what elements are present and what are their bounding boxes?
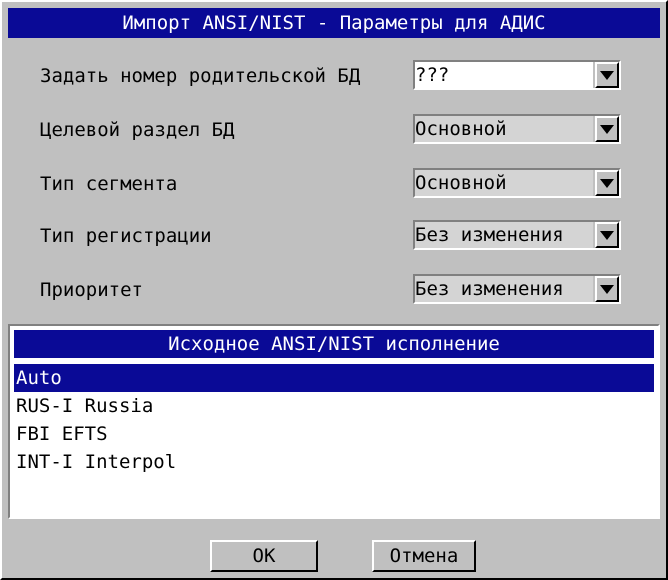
chevron-down-icon <box>600 230 614 240</box>
chevron-down-icon <box>600 124 614 134</box>
cancel-button[interactable]: Отмена <box>372 540 476 572</box>
dropdown-button[interactable] <box>595 116 619 142</box>
priority-value: Без изменения <box>415 276 593 302</box>
target-section-select[interactable]: Основной <box>413 114 621 144</box>
field-label: Целевой раздел БД <box>40 119 235 141</box>
import-settings-dialog: Импорт ANSI/NIST - Параметры для АДИС За… <box>0 0 668 580</box>
dialog-title: Импорт ANSI/NIST - Параметры для АДИС <box>8 8 660 38</box>
dropdown-button[interactable] <box>595 222 619 248</box>
list-item[interactable]: Auto <box>14 364 654 392</box>
chevron-down-icon <box>600 284 614 294</box>
parent-db-input[interactable]: ??? <box>415 62 593 88</box>
segment-type-value: Основной <box>415 170 593 196</box>
segment-type-select[interactable]: Основной <box>413 168 621 198</box>
dialog-footer: OK Отмена <box>8 530 660 574</box>
chevron-down-icon <box>600 70 614 80</box>
chevron-down-icon <box>600 178 614 188</box>
ansi-nist-variant-list[interactable]: Auto RUS-I Russia FBI EFTS INT-I Interpo… <box>14 364 654 476</box>
field-priority: Приоритет Без изменения <box>40 274 621 306</box>
field-target-section: Целевой раздел БД Основной <box>40 114 621 146</box>
ok-button[interactable]: OK <box>210 540 318 572</box>
priority-select[interactable]: Без изменения <box>413 274 621 304</box>
field-label: Приоритет <box>40 279 143 301</box>
list-item[interactable]: INT-I Interpol <box>14 448 654 476</box>
field-registration-type: Тип регистрации Без изменения <box>40 220 621 252</box>
list-item[interactable]: FBI EFTS <box>14 420 654 448</box>
field-segment-type: Тип сегмента Основной <box>40 168 621 200</box>
list-header: Исходное ANSI/NIST исполнение <box>14 330 654 358</box>
field-label: Тип сегмента <box>40 173 178 195</box>
dropdown-button[interactable] <box>595 62 619 88</box>
field-parent-db: Задать номер родительской БД ??? <box>40 60 621 92</box>
target-section-value: Основной <box>415 116 593 142</box>
registration-type-value: Без изменения <box>415 222 593 248</box>
ansi-nist-variant-panel: Исходное ANSI/NIST исполнение Auto RUS-I… <box>8 324 660 519</box>
field-label: Тип регистрации <box>40 225 212 247</box>
list-item[interactable]: RUS-I Russia <box>14 392 654 420</box>
field-label: Задать номер родительской БД <box>40 65 361 87</box>
dropdown-button[interactable] <box>595 170 619 196</box>
parent-db-combobox[interactable]: ??? <box>413 60 621 90</box>
dropdown-button[interactable] <box>595 276 619 302</box>
registration-type-select[interactable]: Без изменения <box>413 220 621 250</box>
